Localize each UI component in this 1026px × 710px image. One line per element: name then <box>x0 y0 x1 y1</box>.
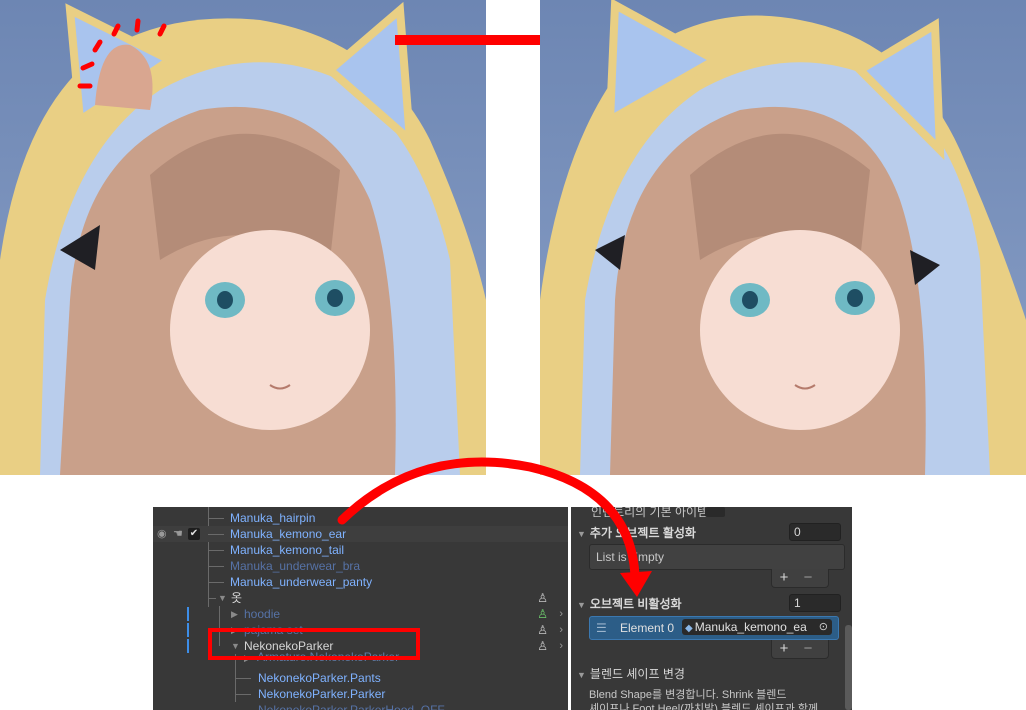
tree-guide <box>219 606 220 622</box>
disable-element-row[interactable]: ☰ Element 0 ◆ Manuka_kemono_ea ⊙ <box>589 616 839 640</box>
expand-arrow-icon[interactable]: ▼ <box>218 590 227 606</box>
object-reference-value: Manuka_kemono_ea <box>694 620 807 634</box>
blend-description-line2: 셰이프나 Foot Heel(까치발) 블렌드 셰이프과 함께 <box>589 703 819 710</box>
tree-branch <box>208 550 224 551</box>
avatar-screenshot-after <box>540 0 1026 475</box>
section-blend-title: 블렌드 셰이프 변경 <box>589 667 685 681</box>
add-element-button[interactable]: + <box>772 569 796 587</box>
tree-branch <box>208 518 224 519</box>
tree-branch <box>208 566 224 567</box>
hierarchy-item-label: Manuka_kemono_ear <box>230 527 347 541</box>
hierarchy-item-pants[interactable]: NekonekoParker.Pants <box>153 654 568 702</box>
hierarchy-item-parkerhood-off[interactable]: NekonekoParker.ParkerHood_OFF <box>153 702 568 710</box>
inspector-scrollbar[interactable] <box>845 625 852 710</box>
pickable-hand-icon[interactable]: ☚ <box>173 526 183 542</box>
remove-element-button[interactable]: − <box>796 640 820 658</box>
section-blend-header[interactable]: ▼ 블렌드 셰이프 변경 <box>577 665 685 682</box>
active-checkbox[interactable]: ✔ <box>188 528 200 540</box>
tree-branch <box>235 678 251 679</box>
expand-arrow-icon[interactable]: ▶ <box>231 606 238 622</box>
avatar-screenshot-before <box>0 0 486 475</box>
element-label: Element 0 <box>620 621 675 635</box>
object-reference-field[interactable]: ◆ Manuka_kemono_ea ⊙ <box>682 619 832 635</box>
drag-handle-icon[interactable]: ☰ <box>596 617 607 639</box>
remove-element-button[interactable]: − <box>796 569 820 587</box>
hierarchy-item-label: NekonekoParker.ParkerHood_OFF <box>258 703 445 710</box>
modified-bar <box>187 607 189 621</box>
chevron-right-icon[interactable]: › <box>559 622 563 638</box>
hierarchy-item-label: 옷 <box>231 591 243 605</box>
tree-branch <box>208 582 224 583</box>
foldout-arrow-icon[interactable]: ▼ <box>577 670 586 680</box>
modified-bar <box>187 639 189 653</box>
disable-list-buttons: + − <box>771 640 829 659</box>
object-picker-icon[interactable]: ⊙ <box>819 619 828 635</box>
enable-list-buttons: + − <box>771 569 829 588</box>
highlight-box <box>208 628 420 660</box>
tree-branch <box>235 694 251 695</box>
hanger-icon[interactable]: ♙ <box>537 606 548 622</box>
hierarchy-item-label: Manuka_kemono_tail <box>230 543 345 557</box>
add-element-button[interactable]: + <box>772 640 796 658</box>
hierarchy-item-label: NekonekoParker.Parker <box>258 687 386 701</box>
default-items-field[interactable] <box>705 507 725 517</box>
red-curved-arrow <box>337 457 652 597</box>
enable-count-field[interactable]: 0 <box>789 523 841 541</box>
hanger-icon[interactable]: ♙ <box>537 622 548 638</box>
tree-branch <box>208 534 224 535</box>
disable-count-field[interactable]: 1 <box>789 594 841 612</box>
hierarchy-item-label: hoodie <box>244 607 281 621</box>
hierarchy-item-hoodie[interactable]: ▶ hoodie ♙ › <box>153 606 568 622</box>
hierarchy-item-label: NekonekoParker.Pants <box>258 671 381 685</box>
visibility-eye-icon[interactable]: ◉ <box>157 526 167 542</box>
gameobject-cube-icon: ◆ <box>685 623 693 634</box>
tree-branch <box>208 598 216 599</box>
chevron-right-icon[interactable]: › <box>559 606 563 622</box>
hierarchy-item-label: Manuka_hairpin <box>230 511 316 525</box>
blend-description-line1: Blend Shape를 변경합니다. Shrink 블렌드 <box>589 689 787 701</box>
modified-bar <box>187 623 189 637</box>
hierarchy-item-parker[interactable]: NekonekoParker.Parker <box>153 686 568 702</box>
